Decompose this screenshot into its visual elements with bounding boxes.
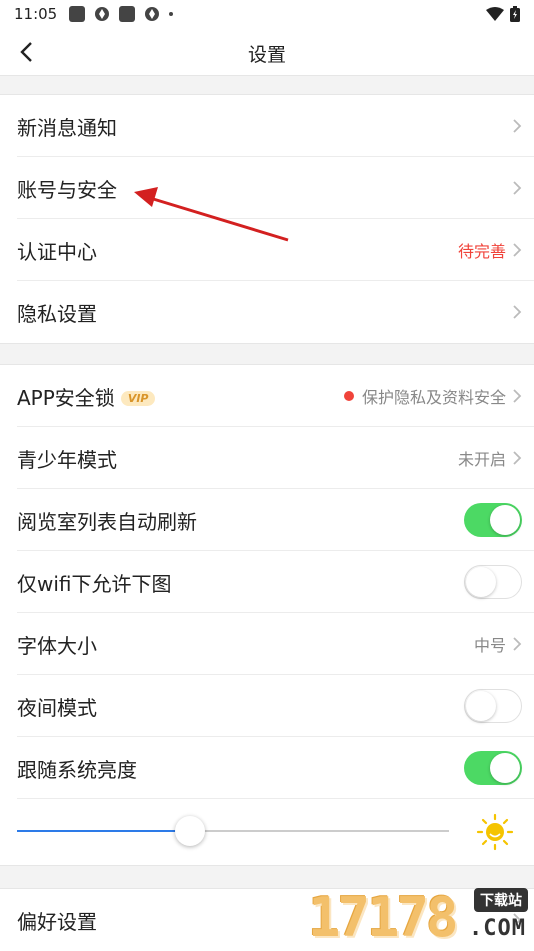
setting-label: 隐私设置: [17, 302, 97, 326]
font-size-value: 中号: [473, 636, 506, 655]
toggle-knob: [490, 753, 520, 783]
chevron-right-icon: [513, 181, 522, 195]
settings-group-general: APP安全锁 VIP 保护隐私及资料安全 青少年模式 未开启 阅览室列表自动刷新 …: [0, 364, 534, 866]
setting-label: 夜间模式: [17, 696, 97, 720]
setting-label: 偏好设置: [17, 910, 97, 934]
wifi-images-toggle[interactable]: [464, 565, 522, 599]
follow-brightness-toggle[interactable]: [464, 751, 522, 785]
setting-app-lock[interactable]: APP安全锁 VIP 保护隐私及资料安全: [17, 365, 534, 427]
setting-youth-mode[interactable]: 青少年模式 未开启: [17, 427, 534, 489]
setting-wifi-images: 仅wifi下允许下图: [17, 551, 534, 613]
settings-group-account: 新消息通知 账号与安全 认证中心 待完善 隐私设置: [0, 94, 534, 344]
wifi-icon: [486, 7, 504, 21]
setting-label: 新消息通知: [17, 116, 117, 140]
chevron-right-icon: [513, 243, 522, 257]
toggle-knob: [466, 567, 496, 597]
setting-label-wrap: APP安全锁 VIP: [17, 382, 156, 411]
auto-refresh-toggle[interactable]: [464, 503, 522, 537]
setting-label: 账号与安全: [17, 178, 117, 202]
watermark-badge: 下载站: [474, 888, 528, 912]
setting-auto-refresh: 阅览室列表自动刷新: [17, 489, 534, 551]
slider-thumb[interactable]: [174, 816, 205, 846]
setting-label: APP安全锁: [17, 386, 115, 410]
nav-bar: 设置: [0, 28, 534, 76]
setting-verification-center[interactable]: 认证中心 待完善: [17, 219, 534, 281]
watermark-logo: 17178 下载站 .COM: [308, 888, 530, 948]
sun-icon: [476, 813, 514, 851]
setting-new-message-notification[interactable]: 新消息通知: [17, 95, 534, 157]
setting-label: 阅览室列表自动刷新: [17, 510, 197, 534]
chevron-right-icon: [513, 451, 522, 465]
setting-label: 跟随系统亮度: [17, 758, 137, 782]
watermark-digits: 17178: [308, 886, 459, 949]
sync-icon: [145, 7, 160, 21]
app-lock-hint: 保护隐私及资料安全: [361, 388, 506, 407]
notification-icon: [69, 6, 86, 22]
chevron-right-icon: [513, 305, 522, 319]
chevron-right-icon: [513, 637, 522, 651]
notification-icon: [119, 6, 136, 22]
setting-font-size[interactable]: 字体大小 中号: [17, 613, 534, 675]
youth-mode-status: 未开启: [457, 450, 506, 469]
watermark-suffix: .COM: [469, 916, 526, 941]
verification-status: 待完善: [457, 242, 506, 261]
vip-badge: VIP: [120, 391, 156, 406]
red-dot-indicator: [343, 391, 354, 401]
chevron-right-icon: [513, 119, 522, 133]
status-time: 11:05: [14, 5, 58, 23]
setting-follow-brightness: 跟随系统亮度: [17, 737, 534, 799]
toggle-knob: [490, 505, 520, 535]
setting-night-mode: 夜间模式: [17, 675, 534, 737]
setting-account-security[interactable]: 账号与安全: [17, 157, 534, 219]
chevron-right-icon: [513, 389, 522, 403]
setting-label: 认证中心: [17, 240, 97, 264]
status-bar: 11:05: [0, 0, 534, 28]
night-mode-toggle[interactable]: [464, 689, 522, 723]
setting-label: 青少年模式: [17, 448, 117, 472]
more-notifications-icon: [169, 12, 174, 16]
toggle-knob: [466, 691, 496, 721]
brightness-slider-row: [17, 799, 534, 865]
battery-icon: [510, 6, 520, 22]
brightness-slider[interactable]: [17, 816, 449, 846]
sync-icon: [95, 7, 110, 21]
slider-fill: [17, 830, 190, 832]
setting-privacy[interactable]: 隐私设置: [17, 281, 534, 343]
setting-label: 字体大小: [17, 634, 97, 658]
setting-label: 仅wifi下允许下图: [17, 572, 172, 596]
page-title: 设置: [247, 44, 286, 66]
